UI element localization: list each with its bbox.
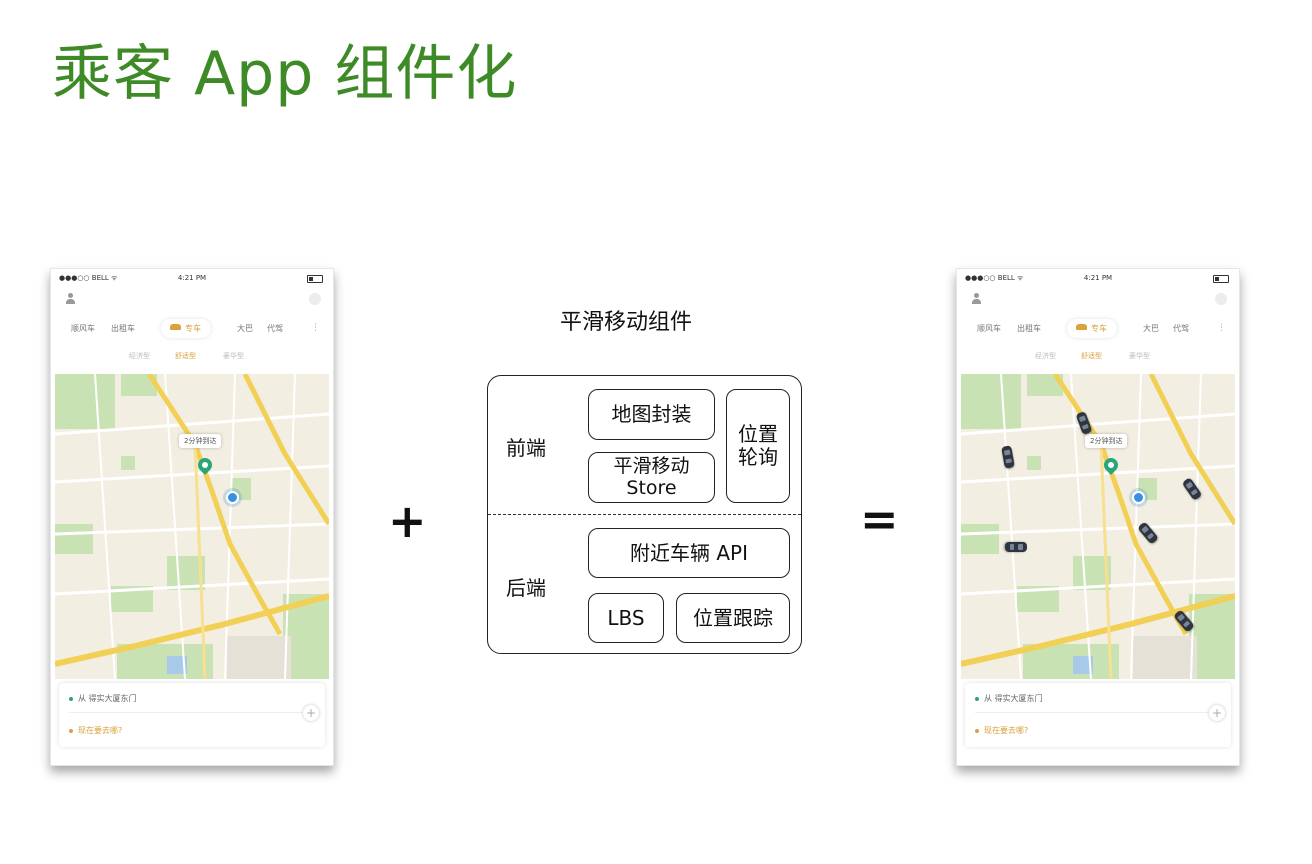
pickup-text: 从 得实大厦东门 [78,694,137,703]
module-smooth-store: 平滑移动 Store [588,452,715,503]
module-position-poll-line2: 轮询 [738,445,778,469]
add-stop-icon[interactable]: + [1209,705,1225,721]
service-tabs: 顺风车 出租车 专车 大巴 代驾 ⋮ [957,319,1239,338]
tab-premier[interactable]: 专车 [1067,319,1117,338]
module-position-poll: 位置 轮询 [726,389,790,503]
pickup-dot-icon [975,696,979,701]
service-tabs: 顺风车 出租车 专车 大巴 代驾 ⋮ [51,319,333,338]
battery-icon [1213,275,1229,283]
module-map-wrapper-label: 地图封装 [611,402,692,426]
destination-dot-icon [69,728,73,733]
module-position-tracking-label: 位置跟踪 [693,605,773,630]
status-bar: ●●●○○ BELL ᯤ 4:21 PM [51,269,333,287]
map-view[interactable]: 2分钟到达 [55,374,329,679]
phone-mockup-after: ●●●○○ BELL ᯤ 4:21 PM 顺风车 出租车 专车 大巴 代驾 ⋮ … [956,268,1240,766]
tab-premier-label: 专车 [185,324,201,333]
subtab-comfort[interactable]: 舒适型 [175,351,196,361]
pickup-text: 从 得实大厦东门 [984,694,1043,703]
pickup-field[interactable]: 从 得实大厦东门 [69,693,305,713]
tab-premier[interactable]: 专车 [161,319,211,338]
slide-title: 乘客 App 组件化 [52,39,518,109]
tab-taxi[interactable]: 出租车 [1017,323,1041,334]
pickup-field[interactable]: 从 得实大厦东门 [975,693,1211,713]
tab-premier-label: 专车 [1091,324,1107,333]
subtab-luxury[interactable]: 豪华型 [223,351,244,361]
current-location-icon [226,491,239,504]
destination-field[interactable]: 现在要去哪? [69,725,122,736]
module-map-wrapper: 地图封装 [588,389,715,440]
more-icon[interactable]: ⋮ [1217,323,1226,333]
frontend-backend-divider [488,514,801,515]
destination-text: 现在要去哪? [984,726,1029,735]
subtab-comfort[interactable]: 舒适型 [1081,351,1102,361]
app-header [957,291,1239,309]
component-container: 前端 后端 地图封装 平滑移动 Store 位置 轮询 附近车辆 API LBS… [487,375,802,654]
car-class-tabs: 经济型 舒适型 豪华型 [957,349,1239,363]
car-icon [170,324,181,330]
tab-bus[interactable]: 大巴 [1143,323,1159,334]
module-position-poll-line1: 位置 [738,422,778,446]
subtab-economy[interactable]: 经济型 [1035,351,1056,361]
destination-dot-icon [975,728,979,733]
component-title: 平滑移动组件 [560,310,693,335]
add-stop-icon[interactable]: + [303,705,319,721]
pickup-dot-icon [69,696,73,701]
destination-field[interactable]: 现在要去哪? [975,725,1028,736]
plus-operator: + [388,494,427,548]
user-icon[interactable] [971,293,981,305]
battery-icon [307,275,323,283]
tab-driver[interactable]: 代驾 [1173,323,1189,334]
tab-hitch[interactable]: 顺风车 [71,323,95,334]
status-time: 4:21 PM [177,274,207,282]
module-nearby-api: 附近车辆 API [588,528,790,578]
map-view[interactable]: 2分钟到达 [961,374,1235,679]
module-lbs-label: LBS [607,605,645,630]
map-graphic [961,374,1235,679]
phone-mockup-before: ●●●○○ BELL ᯤ 4:21 PM 顺风车 出租车 专车 大巴 代驾 ⋮ … [50,268,334,766]
tab-bus[interactable]: 大巴 [237,323,253,334]
module-position-tracking: 位置跟踪 [676,593,790,643]
equals-operator: = [860,492,899,546]
module-smooth-store-line2: Store [626,476,677,499]
map-graphic [55,374,329,679]
subtab-luxury[interactable]: 豪华型 [1129,351,1150,361]
destination-text: 现在要去哪? [78,726,123,735]
current-location-icon [1132,491,1145,504]
status-time: 4:21 PM [1083,274,1113,282]
trip-input-card: 从 得实大厦东门 现在要去哪? + [59,683,325,747]
subtab-economy[interactable]: 经济型 [129,351,150,361]
more-icon[interactable]: ⋮ [311,323,320,333]
map-eta-callout: 2分钟到达 [1085,434,1128,448]
module-smooth-store-line1: 平滑移动 [613,454,690,477]
car-icon [1076,324,1087,330]
tab-hitch[interactable]: 顺风车 [977,323,1001,334]
nearby-car-icon [1005,542,1027,552]
map-eta-callout: 2分钟到达 [179,434,222,448]
car-class-tabs: 经济型 舒适型 豪华型 [51,349,333,363]
tab-taxi[interactable]: 出租车 [111,323,135,334]
message-icon[interactable] [1215,293,1227,305]
trip-input-card: 从 得实大厦东门 现在要去哪? + [965,683,1231,747]
status-bar: ●●●○○ BELL ᯤ 4:21 PM [957,269,1239,287]
module-lbs: LBS [588,593,664,643]
message-icon[interactable] [309,293,321,305]
module-nearby-api-label: 附近车辆 API [630,540,748,565]
app-header [51,291,333,309]
backend-label: 后端 [506,576,546,600]
tab-driver[interactable]: 代驾 [267,323,283,334]
frontend-label: 前端 [506,436,546,460]
user-icon[interactable] [65,293,75,305]
